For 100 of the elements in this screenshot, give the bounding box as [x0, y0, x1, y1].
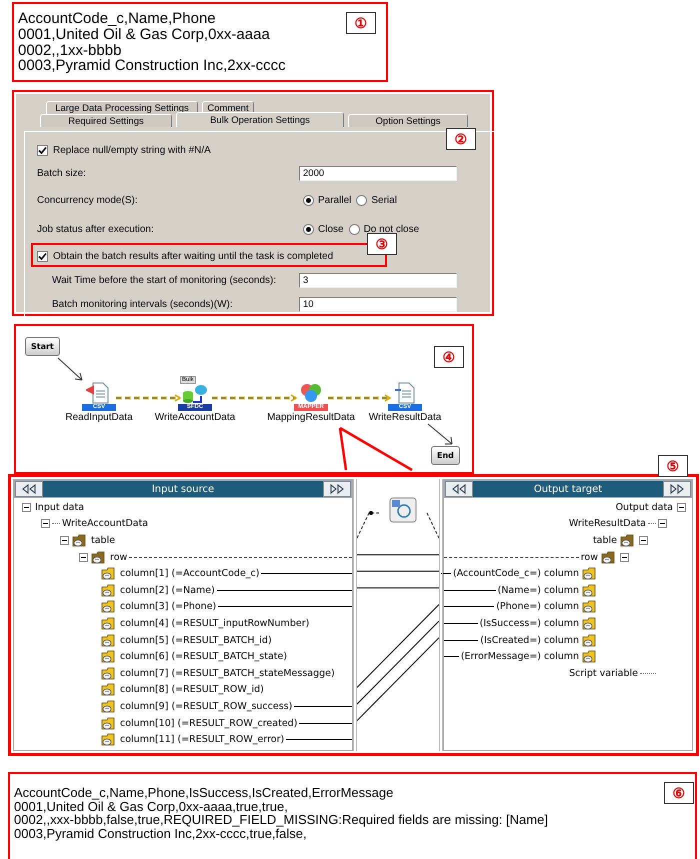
csv-line: 0001,United Oil & Gas Corp,0xx-aaaa: [18, 26, 270, 42]
folder-icon: [101, 650, 117, 664]
csv-line: AccountCode_c,Name,Phone: [18, 11, 216, 27]
folder-icon: [101, 733, 117, 746]
callout-number: ⑤: [658, 455, 688, 477]
mapping-line: [444, 606, 494, 608]
folder-icon: [101, 600, 117, 614]
checkbox-label: Replace null/empty string with #N/A: [53, 145, 211, 156]
tree-node-label[interactable]: Input data: [33, 502, 86, 513]
callout-number: ⑥: [664, 782, 694, 804]
callout-number: ①: [346, 12, 376, 34]
circles-icon: [298, 382, 324, 404]
double-right-arrow-icon: [330, 484, 344, 494]
double-left-arrow-icon: [452, 484, 466, 494]
csv-line: AccountCode_c,Name,Phone,IsSuccess,IsCreated,ErrorMessage: [14, 786, 394, 800]
tree-node-label[interactable]: column[6] (=RESULT_BATCH_state): [118, 651, 290, 662]
tree-node-label[interactable]: column[3] (=Phone): [118, 601, 218, 612]
folder-icon: [101, 616, 117, 630]
mapping-line: [286, 739, 352, 740]
node-label[interactable]: WriteResultData: [368, 412, 442, 423]
dashed-flow-arrow: [116, 394, 182, 402]
interval-field[interactable]: 10: [299, 296, 457, 312]
folder-icon: [101, 666, 117, 680]
start-button[interactable]: Start: [25, 337, 60, 356]
folder-icon: [601, 550, 617, 564]
csv-line: 0002,,xxx-bbbb,false,true,REQUIRED_FIELD_MISSING:Required fields are missing: [Name]: [14, 813, 548, 827]
radio-option[interactable]: Close: [303, 224, 344, 236]
tree-node-label[interactable]: Script variable: [567, 668, 640, 679]
folder-icon: [582, 567, 598, 580]
tree-node-label[interactable]: column[11] (=RESULT_ROW_error): [118, 734, 286, 746]
tree-node-label[interactable]: (AccountCode_c=) column: [450, 568, 581, 580]
end-button[interactable]: End: [431, 446, 460, 465]
csv-line: 0002,,1xx-bbbb: [18, 42, 122, 58]
radio-option[interactable]: Do not close: [348, 224, 420, 236]
folder-icon: [582, 616, 598, 630]
mapping-line: [444, 640, 478, 641]
collapse-icon[interactable]: [41, 519, 50, 528]
tree-node-label[interactable]: column[10] (=RESULT_ROW_created): [118, 718, 300, 729]
tree-node-label[interactable]: Output data: [614, 502, 675, 513]
field-label: Batch size:: [37, 168, 87, 180]
tree-node-label[interactable]: WriteResultData: [566, 518, 648, 530]
folder-icon: [91, 550, 107, 564]
tree-node-label[interactable]: column[7] (=RESULT_BATCH_stateMessagge): [118, 668, 337, 679]
settings-tab[interactable]: Required Settings: [40, 114, 172, 127]
tree-node-label[interactable]: column[9] (=RESULT_ROW_success): [118, 700, 294, 712]
wait-time-field[interactable]: 3: [299, 272, 457, 288]
tree-node-label[interactable]: (IsCreated=) column: [478, 634, 581, 646]
field-label: Job status after execution:: [37, 224, 155, 236]
collapse-icon[interactable]: [639, 536, 648, 545]
folder-icon: [72, 534, 88, 547]
callout-number: ④: [434, 346, 464, 368]
tree-node-label[interactable]: WriteAccountData: [60, 518, 150, 530]
settings-tab[interactable]: Bulk Operation Settings: [176, 112, 344, 127]
callout-number: ②: [446, 128, 476, 150]
settings-tab[interactable]: Large Data Processing Settings: [46, 101, 198, 114]
radio-option[interactable]: Serial: [356, 194, 397, 206]
expand-right-button[interactable]: [323, 481, 351, 497]
collapse-icon[interactable]: [22, 502, 31, 512]
mapping-line: [299, 722, 352, 724]
tree-node-label[interactable]: column[8] (=RESULT_ROW_id): [118, 684, 266, 696]
folder-icon: [582, 584, 598, 597]
tree-node-label[interactable]: row: [578, 552, 600, 563]
tree-node-label[interactable]: (ErrorMessage=) column: [458, 651, 581, 662]
tree-node-label[interactable]: column[1] (=AccountCode_c): [118, 568, 262, 580]
mapping-line: [444, 590, 496, 591]
settings-tab[interactable]: Option Settings: [348, 114, 468, 127]
expand-right-button[interactable]: [662, 481, 691, 497]
mapper-icon[interactable]: [389, 497, 417, 523]
csv-line: 0003,Pyramid Construction Inc,2xx-cccc: [18, 58, 286, 74]
collapse-left-button[interactable]: [15, 481, 43, 497]
mapping-line: [444, 656, 459, 658]
tree-node-label[interactable]: column[4] (=RESULT_inputRowNumber): [118, 618, 312, 629]
folder-icon: [582, 650, 598, 664]
node-label[interactable]: ReadInputData: [65, 412, 133, 423]
folder-icon: [101, 700, 117, 713]
mapping-line: [444, 622, 478, 624]
collapse-icon[interactable]: [677, 502, 686, 512]
radio-option[interactable]: Parallel: [303, 194, 352, 206]
tree-node-label[interactable]: table: [89, 534, 118, 546]
tree-node-label[interactable]: column[2] (=Name): [118, 584, 217, 596]
folder-icon: [101, 716, 117, 730]
batch-size-field[interactable]: 2000: [299, 166, 457, 182]
field-label: Batch monitoring intervals (seconds)(W):: [52, 298, 234, 310]
collapse-icon[interactable]: [620, 552, 629, 562]
tree-node-label[interactable]: (Name=) column: [496, 584, 581, 596]
folder-icon: [101, 683, 117, 696]
node-label[interactable]: MappingResultData: [267, 412, 355, 423]
collapse-icon[interactable]: [60, 536, 69, 545]
dashed-flow-arrow: [328, 394, 392, 402]
tree-node-label[interactable]: column[5] (=RESULT_BATCH_id): [118, 634, 274, 646]
checkbox[interactable]: [37, 251, 48, 262]
tree-node-label[interactable]: row: [108, 552, 130, 563]
collapse-left-button[interactable]: [445, 481, 473, 497]
node-label[interactable]: WriteAccountData: [154, 412, 236, 423]
tree-node-label[interactable]: table: [590, 534, 619, 546]
checkbox[interactable]: [37, 145, 48, 156]
collapse-icon[interactable]: [79, 552, 88, 562]
tree-node-label[interactable]: (Phone=) column: [494, 601, 581, 612]
collapse-icon[interactable]: [658, 519, 667, 528]
tree-node-label[interactable]: (IsSuccess=) column: [478, 618, 581, 629]
